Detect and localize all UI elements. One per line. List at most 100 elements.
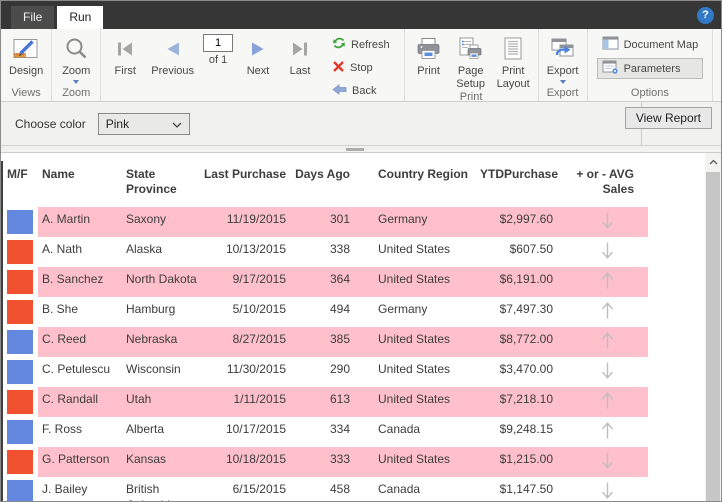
name-cell: J. Bailey xyxy=(42,482,88,496)
trend-cell xyxy=(566,447,648,477)
mf-color-box xyxy=(7,210,33,234)
export-button[interactable]: Export xyxy=(542,31,584,87)
ribbon-group-print: Print Page Setup Print Layout Print xyxy=(405,29,539,103)
stop-button[interactable]: Stop xyxy=(327,58,395,78)
ytd-cell: $3,470.00 xyxy=(499,362,553,376)
days-ago-cell: 333 xyxy=(294,447,356,477)
mf-color-box xyxy=(7,420,33,444)
back-button[interactable]: Back xyxy=(327,81,395,101)
country-cell: United States xyxy=(356,327,480,357)
trend-arrow-icon xyxy=(601,332,613,349)
trend-arrow-icon xyxy=(601,242,613,259)
document-map-button[interactable]: Document Map xyxy=(597,34,704,55)
mf-cell xyxy=(2,447,38,477)
last-purchase-cell: 10/13/2015 xyxy=(225,242,286,256)
trend-arrow-icon xyxy=(601,422,613,439)
ytd-cell: $9,248.15 xyxy=(499,422,553,436)
vertical-scrollbar[interactable] xyxy=(705,153,721,501)
parameters-splitter[interactable] xyxy=(1,146,721,153)
design-label: Design xyxy=(9,65,44,77)
scrollbar-thumb[interactable] xyxy=(706,172,720,501)
state-cell: Wisconsin xyxy=(126,362,181,376)
column-header-ytd: YTDPurchase xyxy=(480,167,559,181)
ribbon-group-find: Find xyxy=(713,29,721,101)
table-row[interactable]: C. Petulescu Wisconsin 11/30/2015 290 Un… xyxy=(2,357,648,387)
column-header-country: Country Region xyxy=(378,167,468,181)
table-row[interactable]: B. Sanchez North Dakota 9/17/2015 364 Un… xyxy=(2,267,648,297)
trend-arrow-icon xyxy=(601,392,613,409)
design-icon xyxy=(12,33,40,65)
zoom-label: Zoom xyxy=(62,65,91,77)
page-number-input[interactable] xyxy=(203,34,234,52)
trend-arrow-icon xyxy=(601,452,613,469)
name-cell: B. She xyxy=(42,302,79,316)
last-page-button[interactable]: Last xyxy=(279,31,321,101)
state-cell: Saxony xyxy=(124,207,202,237)
mf-color-box xyxy=(7,450,33,474)
page-setup-button[interactable]: Page Setup xyxy=(450,31,492,91)
next-page-button[interactable]: Next xyxy=(237,31,279,101)
back-arrow-icon xyxy=(332,83,347,99)
previous-page-button[interactable]: Previous xyxy=(146,31,199,101)
country-cell: United States xyxy=(378,242,451,256)
navigation-small-buttons: Refresh Stop Back xyxy=(321,31,401,101)
print-layout-label: Print Layout xyxy=(496,65,530,90)
page-count-label: of 1 xyxy=(208,54,228,66)
state-cell: North Dakota xyxy=(124,267,202,297)
print-button[interactable]: Print xyxy=(408,31,450,91)
country-cell: United States xyxy=(378,362,451,376)
table-row[interactable]: A. Martin Saxony 11/19/2015 301 Germany … xyxy=(2,207,648,237)
refresh-icon xyxy=(332,36,346,53)
state-cell: Nebraska xyxy=(124,327,202,357)
country-cell: United States xyxy=(356,447,480,477)
trend-cell xyxy=(566,237,648,267)
table-row[interactable]: C. Reed Nebraska 8/27/2015 385 United St… xyxy=(2,327,648,357)
table-row[interactable]: J. Bailey British Columbia 6/15/2015 458… xyxy=(2,477,648,501)
country-cell: Canada xyxy=(378,482,421,496)
last-purchase-cell: 8/27/2015 xyxy=(202,327,294,357)
color-select-value: Pink xyxy=(105,116,130,131)
country-cell: United States xyxy=(356,387,480,417)
refresh-button[interactable]: Refresh xyxy=(327,34,395,55)
tab-file[interactable]: File xyxy=(11,6,55,29)
ytd-cell: $607.50 xyxy=(509,242,553,256)
ytd-cell: $8,772.00 xyxy=(480,327,566,357)
color-select[interactable]: Pink xyxy=(97,112,190,135)
name-cell: B. Sanchez xyxy=(38,267,124,297)
table-row[interactable]: B. She Hamburg 5/10/2015 494 Germany $7,… xyxy=(2,297,648,327)
next-page-icon xyxy=(247,33,269,65)
previous-page-icon xyxy=(162,33,184,65)
parameters-button[interactable]: Parameters xyxy=(596,58,704,79)
print-layout-button[interactable]: Print Layout xyxy=(492,31,535,91)
trend-cell xyxy=(566,477,648,501)
column-header-days-ago: Days Ago xyxy=(295,167,350,181)
group-label-views: Views xyxy=(11,87,41,99)
help-icon[interactable]: ? xyxy=(697,7,714,24)
mf-color-box xyxy=(7,270,33,294)
first-page-button[interactable]: First xyxy=(104,31,146,101)
trend-cell xyxy=(566,417,648,447)
choose-color-label: Choose color xyxy=(15,116,86,131)
zoom-dropdown-icon[interactable] xyxy=(73,80,80,84)
table-row[interactable]: C. Randall Utah 1/11/2015 613 United Sta… xyxy=(2,387,648,417)
table-row[interactable]: G. Patterson Kansas 10/18/2015 333 Unite… xyxy=(2,447,648,477)
scroll-up-icon[interactable] xyxy=(705,153,721,171)
parameters-label: Parameters xyxy=(623,62,681,75)
table-row[interactable]: A. Nath Alaska 10/13/2015 338 United Sta… xyxy=(2,237,648,267)
column-header-mf: M/F xyxy=(7,167,28,181)
ribbon-group-views: Design Views xyxy=(1,29,53,101)
view-report-button[interactable]: View Report xyxy=(624,107,712,129)
back-label: Back xyxy=(352,85,377,97)
state-cell: Kansas xyxy=(124,447,202,477)
splitter-grip-icon xyxy=(346,148,364,151)
table-row[interactable]: F. Ross Alberta 10/17/2015 334 Canada $9… xyxy=(2,417,648,447)
country-cell: United States xyxy=(356,267,480,297)
last-purchase-cell: 9/17/2015 xyxy=(202,267,294,297)
print-label: Print xyxy=(417,65,440,77)
export-dropdown-icon[interactable] xyxy=(559,80,566,84)
design-button[interactable]: Design xyxy=(4,31,48,87)
name-cell: A. Martin xyxy=(38,207,124,237)
tab-run[interactable]: Run xyxy=(57,6,104,29)
zoom-button[interactable]: Zoom xyxy=(55,31,97,87)
magnifier-icon xyxy=(63,33,89,65)
